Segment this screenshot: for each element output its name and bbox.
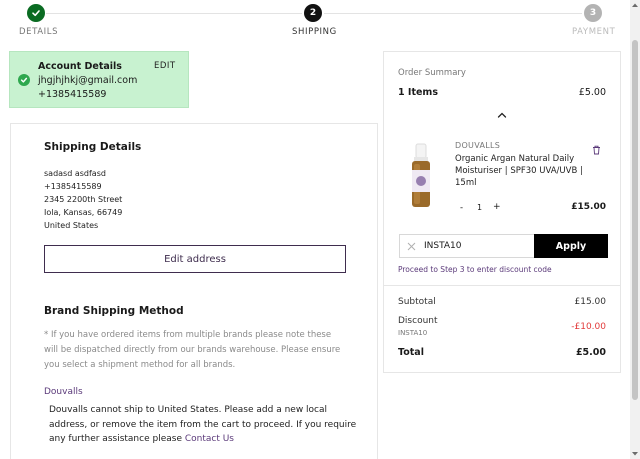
- divider: [384, 285, 620, 286]
- shipping-details-title: Shipping Details: [44, 141, 142, 153]
- step-details-circle[interactable]: [27, 4, 45, 22]
- account-details-title: Account Details: [38, 61, 122, 72]
- brand-shipping-note: you select a shipment method for all bra…: [44, 360, 236, 370]
- trash-icon[interactable]: [592, 145, 601, 155]
- account-edit-link[interactable]: EDIT: [154, 61, 176, 71]
- account-verified-icon: [18, 74, 30, 86]
- clear-icon[interactable]: [407, 242, 416, 251]
- page-scrollbar[interactable]: [630, 0, 640, 459]
- product-brand: DOUVALLS: [455, 141, 501, 150]
- total-value: £5.00: [575, 347, 606, 358]
- product-name-line: Organic Argan Natural Daily: [455, 154, 575, 164]
- product-price: £15.00: [571, 202, 606, 212]
- scroll-down-arrow-icon[interactable]: [631, 451, 639, 457]
- step-payment-circle: 3: [584, 4, 602, 22]
- product-name-line: Moisturiser | SPF30 UVA/UVB |: [455, 166, 583, 176]
- check-icon: [32, 10, 40, 17]
- step-details-label[interactable]: DETAILS: [19, 27, 58, 37]
- items-total: £5.00: [578, 87, 606, 98]
- shipping-warning: Douvalls cannot ship to United States. P…: [49, 405, 328, 415]
- apply-discount-button[interactable]: Apply: [534, 234, 608, 258]
- product-image: [404, 140, 438, 212]
- order-summary-title: Order Summary: [398, 68, 466, 78]
- quantity-decrease-button[interactable]: -: [460, 203, 463, 213]
- chevron-up-icon[interactable]: [497, 111, 507, 119]
- address-line: Iola, Kansas, 66749: [44, 208, 123, 217]
- total-label: Total: [398, 347, 424, 358]
- subtotal-value: £15.00: [574, 297, 607, 307]
- quantity-increase-button[interactable]: +: [493, 202, 501, 212]
- address-line: United States: [44, 221, 99, 230]
- address-line: sadasd asdfasd: [44, 169, 106, 178]
- applied-discount-code: INSTA10: [398, 329, 428, 337]
- contact-us-link[interactable]: Contact Us: [185, 434, 234, 444]
- step-shipping-label: SHIPPING: [292, 27, 337, 37]
- shipping-warning-text: any further assistance please: [49, 434, 185, 444]
- stepper-connector: [324, 13, 582, 14]
- address-line: +1385415589: [44, 182, 102, 191]
- edit-address-button[interactable]: Edit address: [44, 245, 346, 273]
- discount-label: Discount: [398, 316, 438, 326]
- shipping-details-card: Shipping Details sadasd asdfasd +1385415…: [10, 123, 378, 459]
- brand-name-douvalls: Douvalls: [44, 387, 83, 397]
- shipping-warning-last-line: any further assistance please Contact Us: [49, 434, 234, 444]
- discount-value: -£10.00: [571, 322, 606, 332]
- scrollbar-thumb[interactable]: [632, 40, 638, 400]
- discount-code-input[interactable]: INSTA10: [399, 234, 535, 258]
- subtotal-label: Subtotal: [398, 297, 436, 307]
- brand-shipping-title: Brand Shipping Method: [44, 305, 184, 317]
- brand-shipping-note: will be dispatched directly from our bra…: [44, 345, 341, 355]
- product-name-line: 15ml: [455, 178, 477, 188]
- address-line: 2345 2200th Street: [44, 195, 123, 204]
- shipping-warning: address, or remove the item from the car…: [49, 420, 357, 430]
- checkout-stepper: DETAILS 2 SHIPPING 3 PAYMENT: [0, 0, 630, 44]
- order-summary-panel: Order Summary 1 Items £5.00 DOUVALLS Org…: [383, 51, 621, 373]
- step-payment-label: PAYMENT: [572, 27, 616, 37]
- quantity-value: 1: [477, 203, 483, 212]
- account-details-box: Account Details EDIT jhgjhjhkj@gmail.com…: [9, 51, 189, 108]
- discount-hint: Proceed to Step 3 to enter discount code: [398, 265, 552, 274]
- discount-code-value: INSTA10: [424, 241, 462, 251]
- brand-shipping-note: * If you have ordered items from multipl…: [44, 330, 332, 340]
- stepper-connector: [46, 13, 302, 14]
- items-count: 1 Items: [398, 87, 438, 98]
- scroll-up-arrow-icon[interactable]: [631, 2, 639, 8]
- account-phone: +1385415589: [38, 89, 107, 100]
- account-email: jhgjhjhkj@gmail.com: [38, 75, 138, 86]
- step-shipping-circle: 2: [304, 4, 322, 22]
